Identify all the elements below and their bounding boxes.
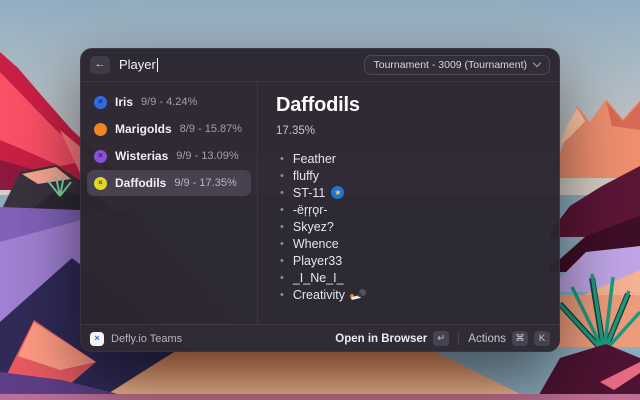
- bullet-dot: •: [280, 204, 284, 216]
- player-item: • _I_Ne_I_: [276, 269, 542, 286]
- player-name: _I_Ne_I_: [293, 271, 344, 285]
- player-item: • Player33: [276, 252, 542, 269]
- team-color-badge: [94, 123, 107, 136]
- bullet-dot: •: [280, 187, 284, 199]
- cigarette-emoji: [351, 289, 367, 301]
- window-body: × Iris 9/9 - 4.24% Marigolds 8/9 - 15.87% × Wi…: [80, 82, 560, 324]
- team-color-badge: ×: [94, 177, 107, 190]
- actions-button[interactable]: Actions: [468, 333, 506, 345]
- tournament-selector-label: Tournament - 3009 (Tournament): [374, 59, 528, 71]
- player-name: fluffy: [293, 169, 319, 183]
- team-record: 9/9 - 4.24%: [141, 96, 197, 108]
- team-name: Iris: [115, 95, 133, 109]
- team-name: Wisterias: [115, 149, 168, 163]
- player-item: • Feather: [276, 150, 542, 167]
- search-input[interactable]: Player: [119, 57, 355, 72]
- team-color-badge: ×: [94, 150, 107, 163]
- player-name: Feather: [293, 152, 336, 166]
- defly-x-glyph: ×: [94, 334, 99, 343]
- text-caret: [157, 58, 158, 72]
- team-record: 9/9 - 17.35%: [174, 177, 236, 189]
- team-detail-panel: Daffodils 17.35% •Feather•fluffy•ST-11★•…: [258, 82, 560, 324]
- app-name-label: Defly.io Teams: [111, 333, 182, 345]
- bullet-dot: •: [280, 255, 284, 267]
- open-in-browser-button[interactable]: Open in Browser: [335, 333, 427, 345]
- team-list: × Iris 9/9 - 4.24% Marigolds 8/9 - 15.87% × Wi…: [80, 82, 258, 324]
- player-item: • ST-11 ★: [276, 184, 542, 201]
- player-name: Skyez?: [293, 220, 334, 234]
- team-row-daffodils[interactable]: × Daffodils 9/9 - 17.35%: [87, 170, 251, 196]
- arrow-left-icon: ←: [95, 59, 106, 70]
- player-name: Player33: [293, 254, 342, 268]
- back-button[interactable]: ←: [90, 56, 110, 74]
- desktop: ← Player Tournament - 3009 (Tournament) …: [0, 0, 640, 400]
- team-record: 8/9 - 15.87%: [180, 123, 242, 135]
- team-row-iris[interactable]: × Iris 9/9 - 4.24%: [87, 89, 251, 115]
- player-name: -ëŗŗǫr-: [293, 203, 328, 217]
- enter-keycap: ↵: [433, 331, 449, 346]
- footer-bar: × Defly.io Teams Open in Browser ↵ Actio…: [80, 324, 560, 352]
- player-item: • -ëŗŗǫr-: [276, 201, 542, 218]
- team-row-wisterias[interactable]: × Wisterias 9/9 - 13.09%: [87, 143, 251, 169]
- player-name: ST-11: [293, 186, 325, 200]
- footer-actions: Open in Browser ↵ Actions ⌘ K: [335, 331, 550, 346]
- team-record: 9/9 - 13.09%: [176, 150, 238, 162]
- k-keycap: K: [534, 331, 550, 346]
- defly-app-icon: ×: [90, 332, 104, 346]
- tournament-selector[interactable]: Tournament - 3009 (Tournament): [364, 55, 551, 75]
- team-name: Daffodils: [115, 176, 166, 190]
- player-name: Creativity: [293, 288, 345, 302]
- team-name: Marigolds: [115, 122, 172, 136]
- team-row-marigolds[interactable]: Marigolds 8/9 - 15.87%: [87, 116, 251, 142]
- player-name: Whence: [293, 237, 339, 251]
- chevron-down-icon: [533, 59, 541, 67]
- cmd-keycap: ⌘: [512, 331, 528, 346]
- search-text: Player: [119, 57, 156, 72]
- player-item: • Whence: [276, 235, 542, 252]
- bullet-dot: •: [280, 170, 284, 182]
- bullet-dot: •: [280, 238, 284, 250]
- search-header: ← Player Tournament - 3009 (Tournament): [80, 48, 560, 82]
- player-item: • Skyez?: [276, 218, 542, 235]
- blue-star-emoji: ★: [331, 186, 344, 199]
- player-item: • fluffy: [276, 167, 542, 184]
- bullet-dot: •: [280, 153, 284, 165]
- team-win-rate: 17.35%: [276, 125, 542, 137]
- player-list: • Feather • fluffy • ST-11 ★ • -ëŗŗǫr- • Skyez? • Wh…: [276, 150, 542, 303]
- footer-separator: [458, 333, 459, 345]
- bullet-dot: •: [280, 289, 284, 301]
- bullet-dot: •: [280, 221, 284, 233]
- player-item: • Creativity: [276, 286, 542, 303]
- defly-teams-window: ← Player Tournament - 3009 (Tournament) …: [80, 48, 560, 352]
- team-color-badge: ×: [94, 96, 107, 109]
- team-detail-title: Daffodils: [276, 94, 542, 117]
- bullet-dot: •: [280, 272, 284, 284]
